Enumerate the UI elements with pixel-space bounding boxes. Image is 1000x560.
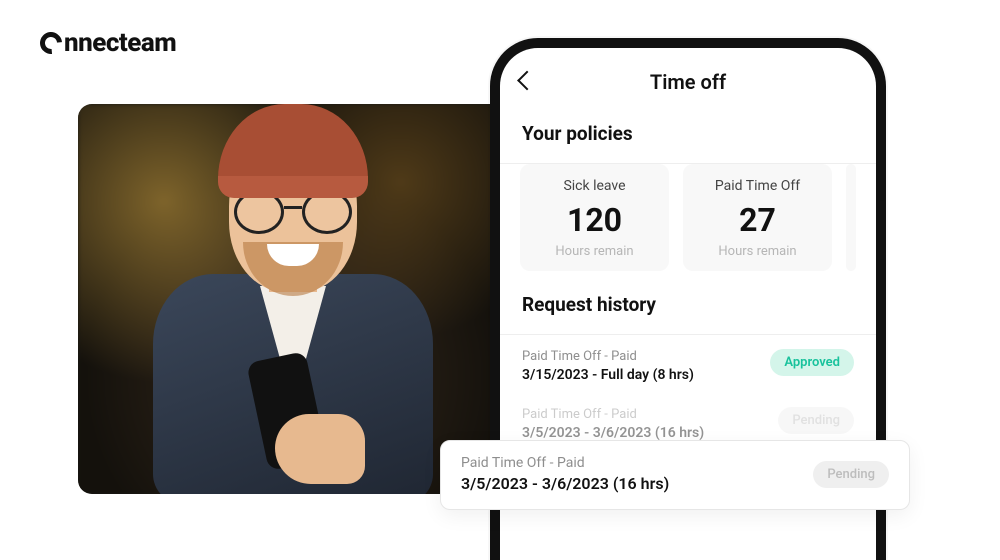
policy-label: Sick leave xyxy=(528,178,661,194)
photo-hand xyxy=(275,414,365,484)
policy-sub: Hours remain xyxy=(691,244,824,259)
phone-side-button xyxy=(880,200,884,260)
brand-text: nnecteam xyxy=(64,28,176,58)
status-badge-approved: Approved xyxy=(770,349,854,376)
policy-label: Paid Time Off xyxy=(691,178,824,194)
canvas: nnecteam xyxy=(0,0,1000,560)
history-range: 3/5/2023 - 3/6/2023 (16 hrs) xyxy=(461,474,669,493)
history-item[interactable]: Paid Time Off - Paid 3/15/2023 - Full da… xyxy=(500,335,876,393)
status-badge-pending: Pending xyxy=(778,407,854,434)
screen-title: Time off xyxy=(650,70,726,94)
history-range: 3/5/2023 - 3/6/2023 (16 hrs) xyxy=(522,425,704,441)
history-type: Paid Time Off - Paid xyxy=(461,455,669,471)
screen-header: Time off xyxy=(500,58,876,106)
history-type: Paid Time Off - Paid xyxy=(522,349,694,364)
hero-photo xyxy=(78,104,508,494)
history-type: Paid Time Off - Paid xyxy=(522,407,704,422)
policy-sub: Hours remain xyxy=(528,244,661,259)
policy-row[interactable]: Sick leave 120 Hours remain Paid Time Of… xyxy=(500,164,876,277)
history-text: Paid Time Off - Paid 3/5/2023 - 3/6/2023… xyxy=(522,407,704,441)
request-history-heading: Request history xyxy=(500,277,876,328)
policy-card-sick-leave[interactable]: Sick leave 120 Hours remain xyxy=(520,164,669,271)
status-badge-pending: Pending xyxy=(813,461,889,488)
back-button[interactable] xyxy=(520,73,534,92)
photo-person xyxy=(143,274,443,494)
policies-heading: Your policies xyxy=(500,106,876,157)
floating-request-card[interactable]: Paid Time Off - Paid 3/5/2023 - 3/6/2023… xyxy=(440,440,910,510)
policy-card-peek[interactable] xyxy=(846,164,856,271)
brand-logo: nnecteam xyxy=(40,28,176,58)
brand-c-icon xyxy=(36,28,67,59)
history-text: Paid Time Off - Paid 3/15/2023 - Full da… xyxy=(522,349,694,383)
policy-card-pto[interactable]: Paid Time Off 27 Hours remain xyxy=(683,164,832,271)
policy-value: 120 xyxy=(528,204,661,236)
history-text: Paid Time Off - Paid 3/5/2023 - 3/6/2023… xyxy=(461,455,669,493)
history-range: 3/15/2023 - Full day (8 hrs) xyxy=(522,367,694,383)
chevron-left-icon xyxy=(517,71,537,91)
policy-value: 27 xyxy=(691,204,824,236)
